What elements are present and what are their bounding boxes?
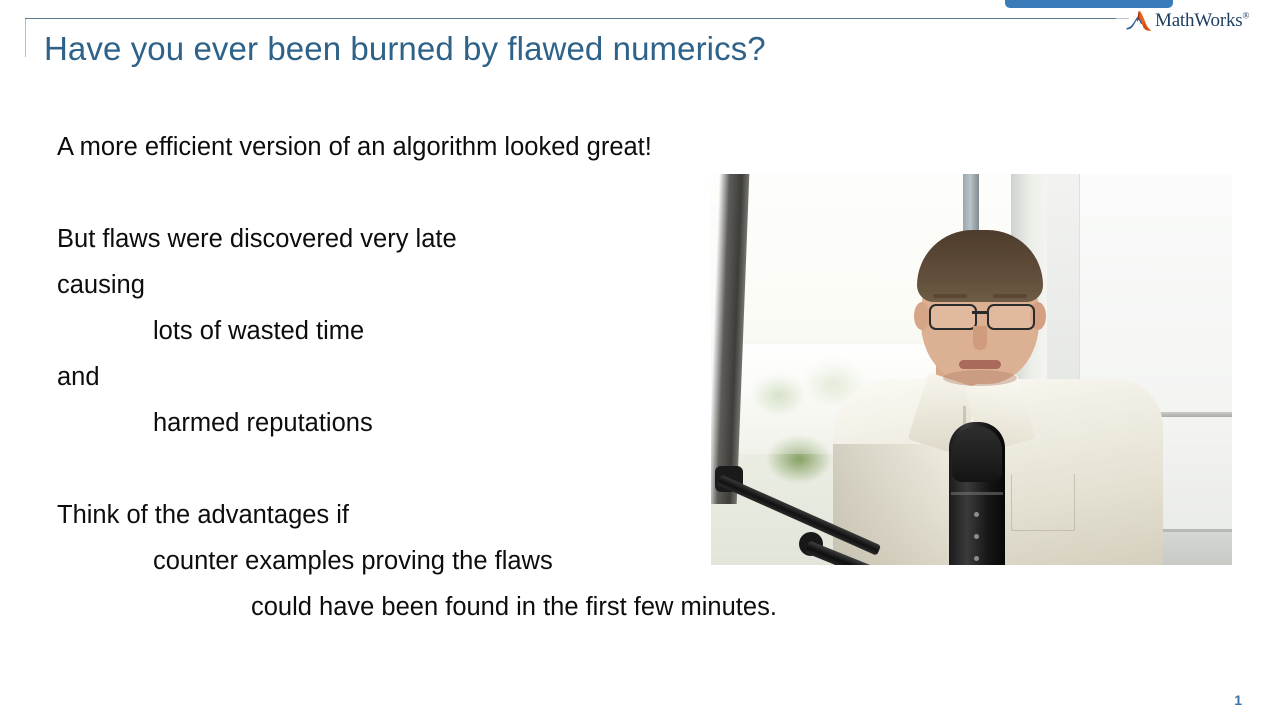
mathworks-membrane-icon [1126,11,1152,31]
body-line: causing [57,271,145,299]
mathworks-logo-text: MathWorks® [1155,10,1250,31]
presenter-eyebrow-left [933,294,967,298]
header-divider-rule [25,18,1116,19]
presenter-glasses-left-lens [929,304,977,330]
body-line: Think of the advantages if [57,501,350,529]
page-number: 1 [1234,692,1242,708]
body-line: could have been found in the first few m… [251,593,777,621]
body-line: lots of wasted time [153,317,365,345]
body-line: But flaws were discovered very late [57,225,457,253]
presentation-slide: MathWorks® Have you ever been burned by … [0,0,1280,720]
top-accent-bar [1005,0,1173,8]
microphone-control-dot [974,556,979,561]
microphone-ring [951,492,1003,495]
presenter-glasses-right-lens [987,304,1035,330]
microphone-control-dot [974,512,979,517]
slide-body: A more efficient version of an algorithm… [57,124,777,630]
presenter-nose [973,326,987,350]
body-line: A more efficient version of an algorithm… [57,133,652,161]
body-line: and [57,363,100,391]
trademark-symbol: ® [1242,10,1250,21]
presenter-shirt-shading [833,444,953,565]
title-placeholder-marker [25,19,26,57]
microphone-control-dot [974,534,979,539]
presenter-glasses-bridge [972,311,988,314]
body-line: counter examples proving the flaws [153,547,553,575]
presenter-video [711,174,1232,565]
body-line: harmed reputations [153,409,373,437]
presenter-ear-left [914,302,930,330]
presenter-mouth [959,360,1001,369]
presenter-chin-shadow [943,370,1017,386]
mathworks-logo: MathWorks® [1126,8,1249,34]
presenter-eyebrow-right [993,294,1027,298]
presenter-shirt-pocket [1011,474,1075,531]
microphone-grille [952,426,1002,482]
slide-title: Have you ever been burned by flawed nume… [44,30,766,67]
